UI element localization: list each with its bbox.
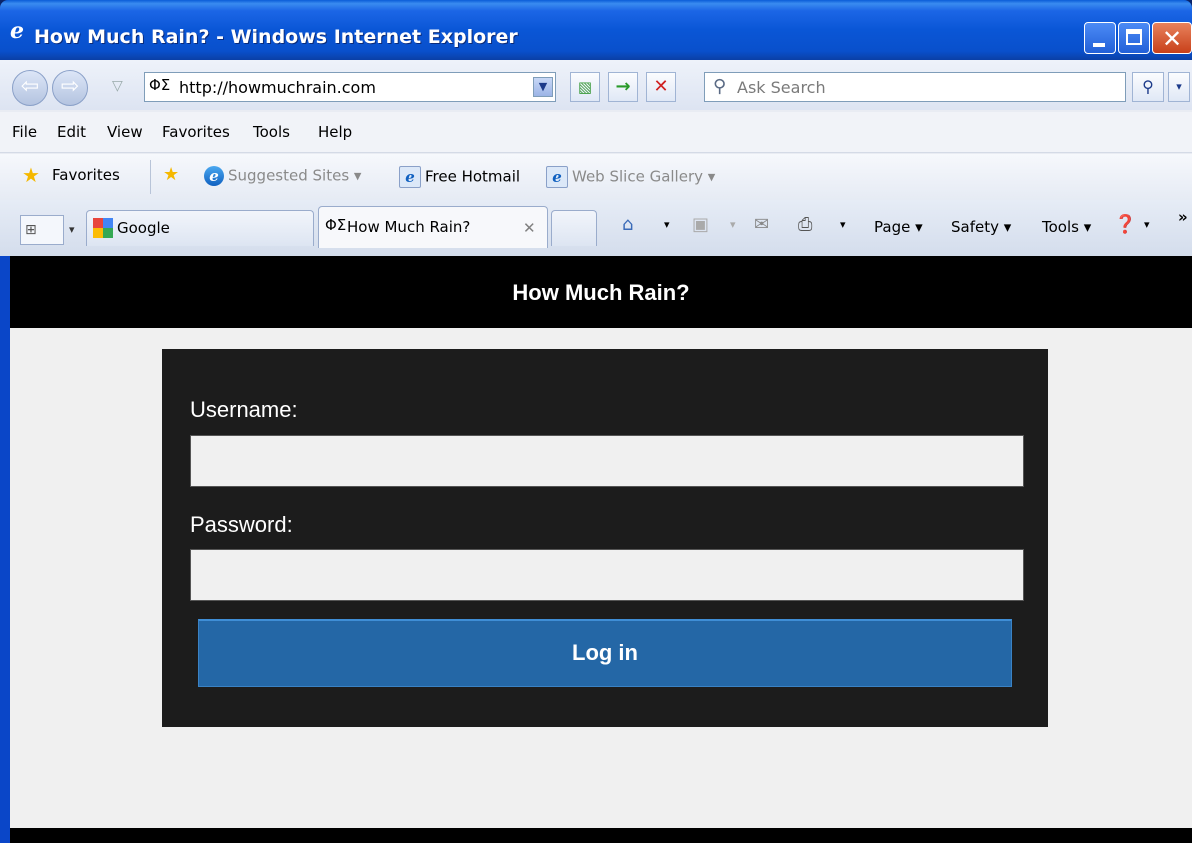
ie-page-icon: e: [546, 166, 568, 188]
window-title: How Much Rain? - Windows Internet Explor…: [34, 26, 518, 48]
more-commands-icon[interactable]: »: [1178, 208, 1188, 226]
favorite-suggested-sites[interactable]: e Suggested Sites ▾: [204, 166, 361, 186]
forward-button[interactable]: ⇨: [52, 70, 88, 106]
tab-how-much-rain[interactable]: ΦΣ How Much Rain? ✕: [318, 206, 548, 248]
page-menu[interactable]: Page ▾: [874, 218, 923, 236]
ie-icon: e: [204, 166, 224, 186]
search-placeholder[interactable]: Ask Search: [737, 78, 826, 97]
page-content: How Much Rain? Username: Password: Log i…: [10, 256, 1192, 843]
tab-label: How Much Rain?: [347, 218, 471, 236]
menu-view[interactable]: View: [107, 123, 143, 141]
help-dropdown-icon[interactable]: ▾: [1144, 218, 1150, 231]
feeds-icon[interactable]: ▣: [692, 214, 709, 235]
login-form: Username: Password: Log in: [162, 349, 1048, 727]
print-icon[interactable]: ⎙: [798, 214, 812, 235]
favorite-web-slice-gallery[interactable]: e Web Slice Gallery ▾: [546, 166, 715, 188]
site-favicon-icon: ΦΣ: [149, 76, 171, 94]
favorites-button[interactable]: Favorites: [52, 166, 120, 184]
site-icon: ΦΣ: [325, 216, 347, 234]
username-input[interactable]: [190, 435, 1024, 487]
menu-file[interactable]: File: [12, 123, 37, 141]
home-dropdown-icon[interactable]: ▾: [664, 218, 670, 231]
read-mail-icon[interactable]: ✉: [754, 214, 769, 235]
quick-tabs-grid-icon: ⊞: [25, 222, 37, 238]
favorite-free-hotmail[interactable]: e Free Hotmail: [399, 166, 520, 188]
ie-page-icon: e: [399, 166, 421, 188]
tab-label: Google: [117, 219, 170, 237]
menu-edit[interactable]: Edit: [57, 123, 86, 141]
go-button[interactable]: →: [608, 72, 638, 102]
stop-button[interactable]: ✕: [646, 72, 676, 102]
maximize-button[interactable]: [1118, 22, 1150, 54]
menu-bar: File Edit View Favorites Tools Help: [0, 112, 1192, 153]
toolbar-separator: [150, 160, 151, 194]
tab-list-dropdown-icon[interactable]: ▾: [69, 216, 75, 244]
search-options-dropdown-icon[interactable]: ▾: [1168, 72, 1190, 102]
menu-tools[interactable]: Tools: [253, 123, 290, 141]
password-label: Password:: [190, 512, 293, 537]
home-icon[interactable]: ⌂: [622, 214, 633, 235]
history-dropdown-icon[interactable]: ▽: [112, 78, 123, 94]
window-left-border: [0, 256, 10, 843]
favorites-star-icon: ★: [22, 163, 40, 187]
site-footer: [10, 828, 1192, 843]
quick-tabs-button[interactable]: ⊞ ▾: [20, 215, 75, 245]
ie-logo-icon: e: [10, 18, 24, 44]
tab-google[interactable]: Google: [86, 210, 314, 246]
address-text[interactable]: http://howmuchrain.com: [179, 78, 376, 97]
back-button[interactable]: ⇦: [12, 70, 48, 106]
navigation-bar: ⇦ ⇨ ▽ ΦΣ http://howmuchrain.com ▼ ▧ → ✕ …: [0, 60, 1192, 110]
tools-menu[interactable]: Tools ▾: [1042, 218, 1091, 236]
address-dropdown-icon[interactable]: ▼: [533, 77, 553, 97]
page-title: How Much Rain?: [512, 280, 690, 305]
menu-help[interactable]: Help: [318, 123, 352, 141]
google-icon: [93, 218, 113, 238]
tab-bar: ⊞ ▾ Google ΦΣ How Much Rain? ✕ ⌂ ▾ ▣ ▾ ✉…: [0, 200, 1192, 256]
site-header: How Much Rain?: [10, 256, 1192, 328]
password-input[interactable]: [190, 549, 1024, 601]
safety-menu[interactable]: Safety ▾: [951, 218, 1011, 236]
browser-window: e How Much Rain? - Windows Internet Expl…: [0, 0, 1192, 843]
title-bar[interactable]: e How Much Rain? - Windows Internet Expl…: [0, 0, 1192, 60]
menu-favorites[interactable]: Favorites: [162, 123, 230, 141]
login-button[interactable]: Log in: [198, 619, 1012, 687]
browser-chrome: ⇦ ⇨ ▽ ΦΣ http://howmuchrain.com ▼ ▧ → ✕ …: [0, 60, 1192, 256]
search-magnifier-icon: ⚲: [713, 76, 727, 97]
add-to-favorites-icon[interactable]: ★: [163, 164, 179, 185]
print-dropdown-icon[interactable]: ▾: [840, 218, 846, 231]
address-bar[interactable]: ΦΣ http://howmuchrain.com ▼: [144, 72, 556, 102]
new-tab-button[interactable]: [551, 210, 597, 246]
search-button[interactable]: ⚲: [1132, 72, 1164, 102]
minimize-button[interactable]: [1084, 22, 1116, 54]
close-tab-icon[interactable]: ✕: [523, 219, 536, 237]
close-window-button[interactable]: [1152, 22, 1192, 54]
search-box[interactable]: ⚲ Ask Search: [704, 72, 1126, 102]
favorites-bar: ★ Favorites ★ e Suggested Sites ▾ e Free H…: [0, 154, 1192, 200]
feeds-dropdown-icon[interactable]: ▾: [730, 218, 736, 231]
compatibility-view-button[interactable]: ▧: [570, 72, 600, 102]
help-icon[interactable]: ❓: [1114, 214, 1136, 235]
username-label: Username:: [190, 397, 298, 422]
